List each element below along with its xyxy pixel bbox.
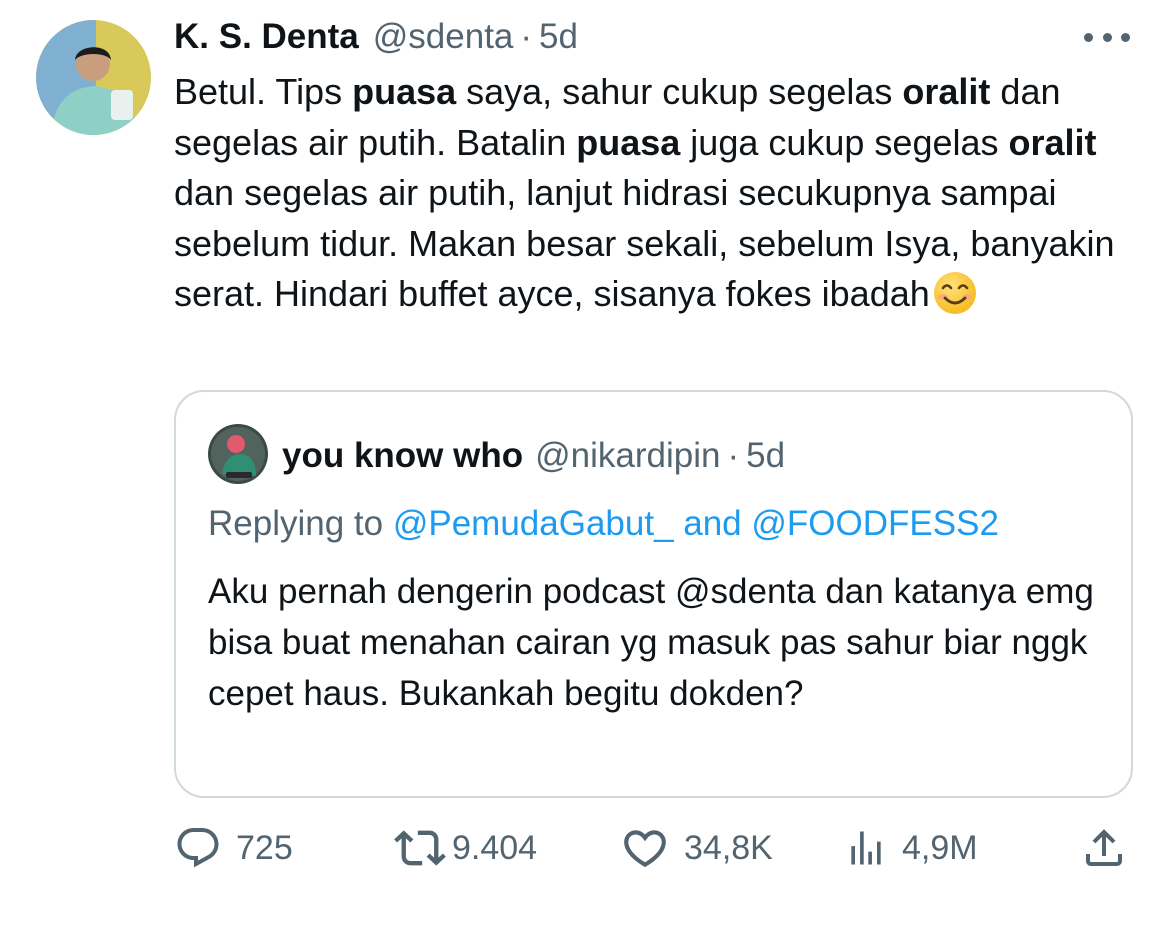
author-name[interactable]: K. S. Denta <box>174 17 359 57</box>
keyword-highlight: oralit <box>902 71 991 112</box>
quoted-author-avatar[interactable] <box>208 424 268 484</box>
mention-link[interactable]: @FOODFESS2 <box>751 504 999 543</box>
tweet-text: Betul. Tips puasa saya, sahur cukup sege… <box>174 67 1134 320</box>
tweet-text-part: saya, sahur cukup segelas <box>456 71 903 112</box>
retweet-count: 9.404 <box>452 828 538 867</box>
separator-dot: · <box>520 17 533 56</box>
tweet-header: K. S. Denta @sdenta · 5d <box>174 14 578 60</box>
reply-count: 725 <box>236 828 293 867</box>
views-count: 4,9M <box>902 828 978 867</box>
tweet-text-part: Betul. Tips <box>174 71 353 112</box>
retweet-icon <box>394 822 446 874</box>
quoted-tweet-header: you know who @nikardipin · 5d <box>282 434 785 478</box>
reply-button[interactable]: 725 <box>174 820 293 876</box>
replying-and: and <box>673 504 752 543</box>
keyword-highlight: puasa <box>352 71 457 112</box>
smiling-face-emoji-icon <box>932 270 978 316</box>
share-icon <box>1080 824 1128 872</box>
more-icon[interactable] <box>1084 24 1130 50</box>
like-count: 34,8K <box>684 828 773 867</box>
share-button[interactable] <box>1080 820 1128 876</box>
views-icon <box>844 826 888 870</box>
keyword-highlight: puasa <box>576 121 681 163</box>
replying-to-line: Replying to @PemudaGabut_ and @FOODFESS2 <box>208 504 999 544</box>
quoted-tweet[interactable]: you know who @nikardipin · 5d Replying t… <box>174 390 1133 798</box>
quoted-author-handle[interactable]: @nikardipin <box>535 436 720 476</box>
tweet-text-part: juga cukup segelas <box>680 121 1009 163</box>
separator-dot: · <box>727 436 740 475</box>
action-bar: 725 9.404 34,8K 4,9M <box>174 820 1134 876</box>
like-icon <box>620 823 670 873</box>
tweet-timestamp[interactable]: 5d <box>539 17 578 57</box>
like-button[interactable]: 34,8K <box>620 820 773 876</box>
mention-link[interactable]: @PemudaGabut_ <box>393 504 674 543</box>
author-handle[interactable]: @sdenta <box>373 17 514 57</box>
retweet-button[interactable]: 9.404 <box>394 820 537 876</box>
views-button[interactable]: 4,9M <box>844 820 978 876</box>
replying-prefix: Replying to <box>208 504 393 543</box>
quoted-author-name[interactable]: you know who <box>282 436 523 476</box>
quoted-tweet-text: Aku pernah dengerin podcast @sdenta dan … <box>208 572 1094 713</box>
reply-icon <box>174 824 222 872</box>
author-avatar[interactable] <box>36 20 151 135</box>
quoted-tweet-timestamp[interactable]: 5d <box>746 436 785 476</box>
keyword-highlight: oralit <box>1008 121 1097 163</box>
